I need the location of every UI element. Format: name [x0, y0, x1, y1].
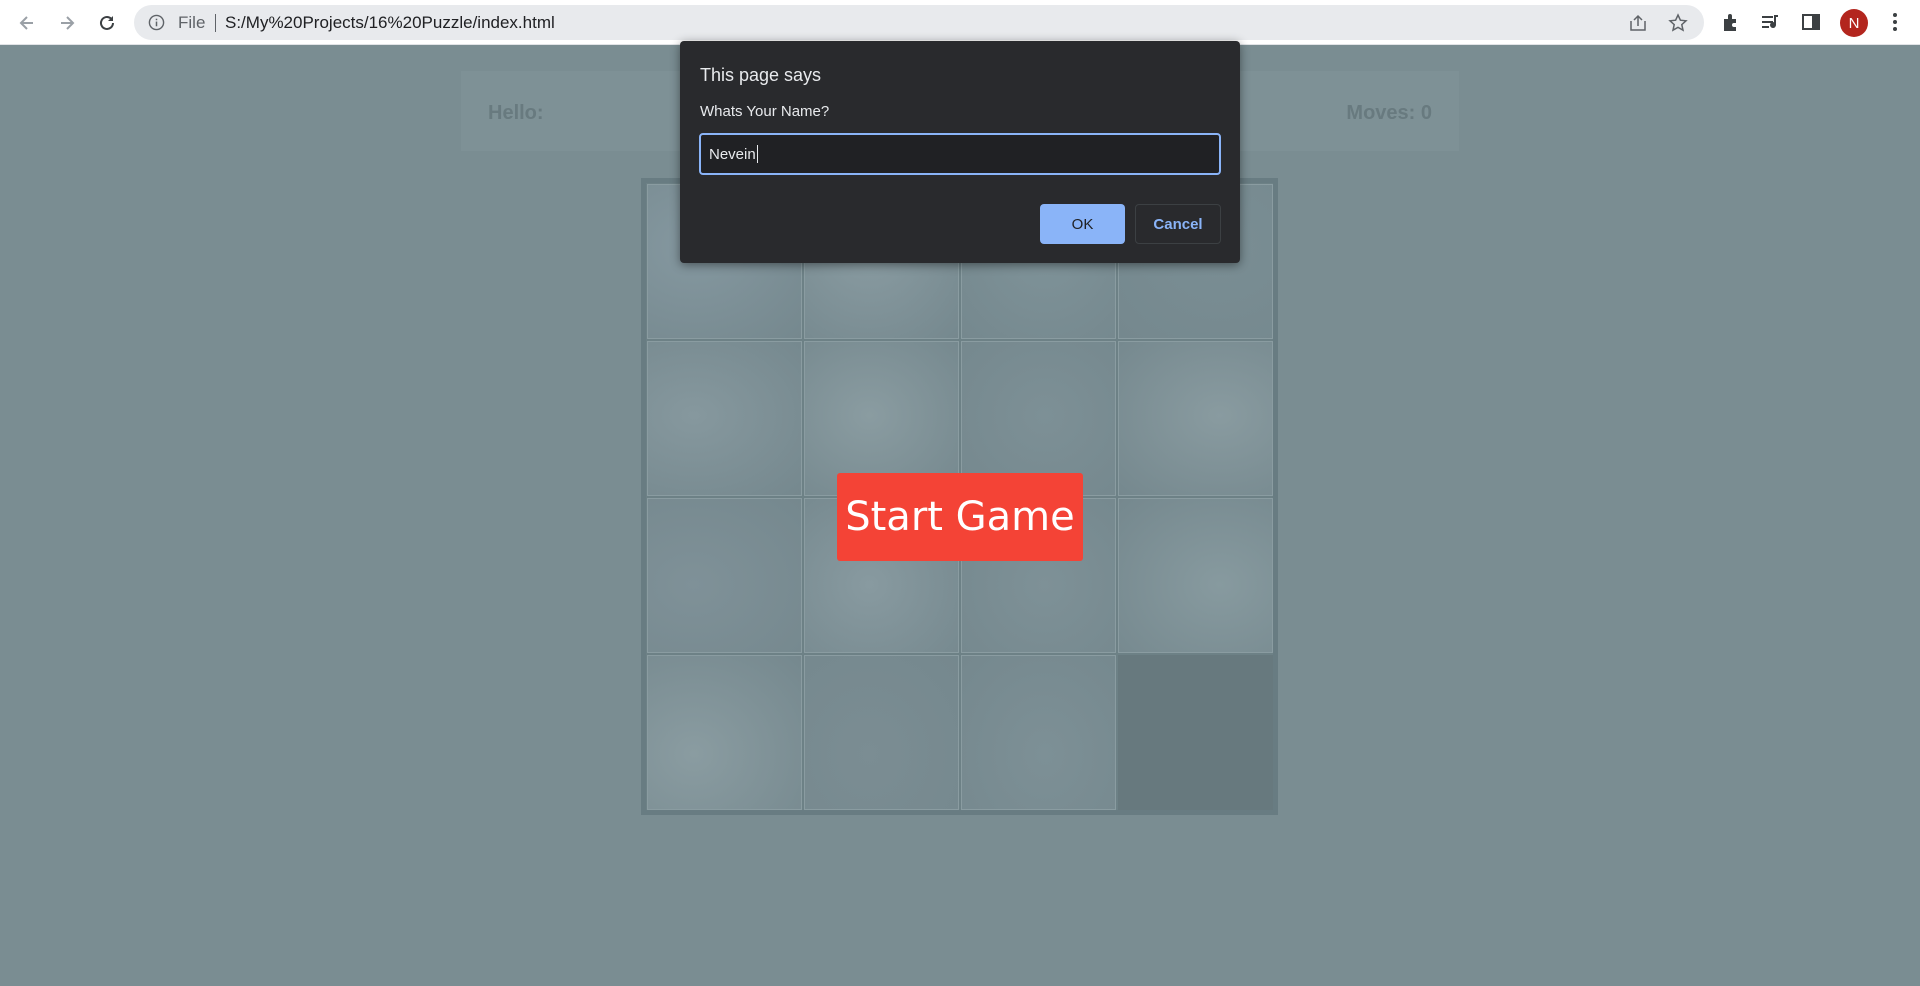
address-bar[interactable]: File S:/My%20Projects/16%20Puzzle/index.…: [134, 5, 1704, 40]
back-arrow-icon: [19, 16, 33, 30]
puzzle-tile[interactable]: [961, 655, 1116, 810]
puzzle-empty-slot: [1118, 655, 1273, 810]
info-icon[interactable]: [148, 14, 165, 31]
forward-button[interactable]: [52, 8, 82, 38]
more-vert-icon[interactable]: [1884, 11, 1906, 33]
share-icon[interactable]: [1628, 13, 1648, 33]
bookmark-star-icon[interactable]: [1668, 13, 1688, 33]
url-separator: [215, 14, 216, 32]
moves-counter: Moves: 0: [1346, 102, 1432, 124]
text-caret: [756, 145, 758, 163]
puzzle-tile[interactable]: [1118, 498, 1273, 653]
cancel-button[interactable]: Cancel: [1135, 204, 1221, 244]
url-scheme-label: File: [178, 13, 206, 32]
name-input-value: Nevein: [709, 145, 756, 163]
puzzle-tile[interactable]: [804, 655, 959, 810]
dialog-title: This page says: [700, 65, 822, 85]
url-text[interactable]: S:/My%20Projects/16%20Puzzle/index.html: [225, 13, 555, 33]
puzzle-tile[interactable]: [1118, 341, 1273, 496]
extensions-icon[interactable]: [1720, 11, 1742, 33]
prompt-dialog: This page says Whats Your Name? Nevein O…: [680, 41, 1240, 263]
puzzle-tile[interactable]: [647, 498, 802, 653]
media-queue-icon[interactable]: [1760, 11, 1782, 33]
puzzle-tile[interactable]: [647, 341, 802, 496]
ok-button[interactable]: OK: [1040, 204, 1125, 244]
puzzle-tile[interactable]: [647, 655, 802, 810]
side-panel-icon[interactable]: [1800, 11, 1822, 33]
browser-toolbar: File S:/My%20Projects/16%20Puzzle/index.…: [0, 0, 1920, 45]
start-game-button[interactable]: Start Game: [837, 473, 1083, 561]
reload-button[interactable]: [92, 8, 122, 38]
name-input[interactable]: Nevein: [699, 133, 1221, 175]
back-button[interactable]: [12, 8, 42, 38]
reload-icon: [100, 15, 114, 30]
profile-avatar[interactable]: N: [1840, 9, 1868, 37]
player-greeting: Hello:: [488, 102, 544, 124]
forward-arrow-icon: [61, 16, 75, 30]
dialog-message: Whats Your Name?: [700, 103, 830, 120]
